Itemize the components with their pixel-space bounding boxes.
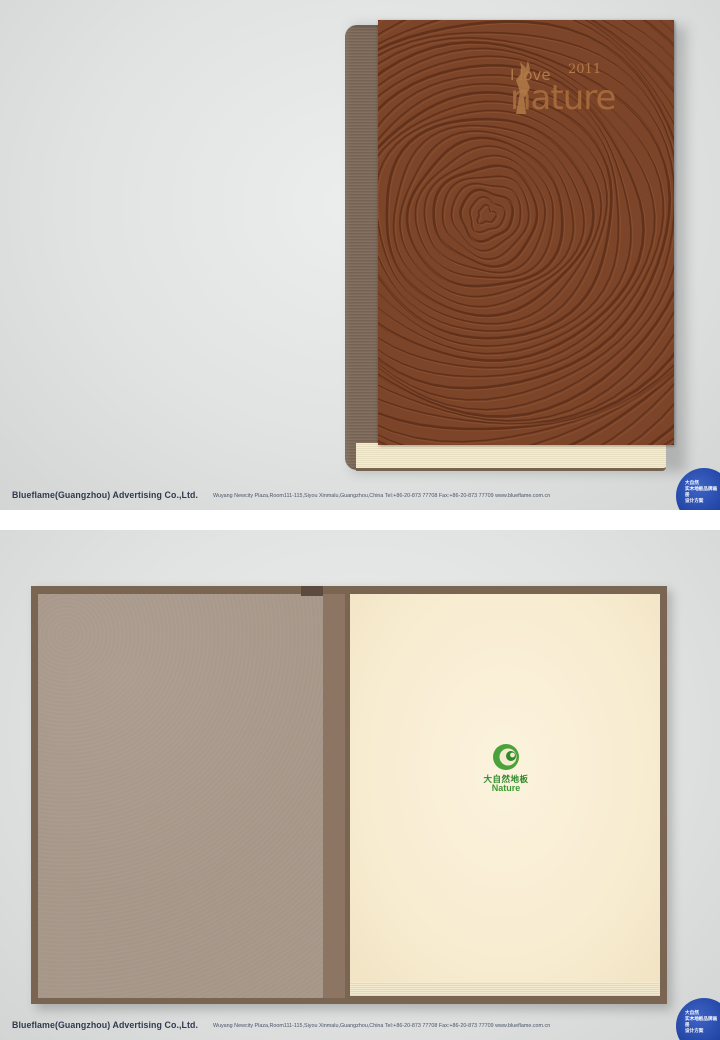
- badge-text: 大自然 实木地板品牌画册 设计方案: [685, 480, 719, 504]
- nature-logo-icon: [493, 744, 519, 770]
- company-name: Blueflame(Guangzhou) Advertising Co.,Ltd…: [12, 1020, 199, 1030]
- cover-brand: I love 2011 nature: [510, 58, 660, 138]
- brand-badge: 大自然 实木地板品牌画册 设计方案: [676, 468, 720, 510]
- footer-bar: Blueflame(Guangzhou) Advertising Co.,Ltd…: [0, 468, 720, 510]
- brand-badge: 大自然 实木地板品牌画册 设计方案: [676, 998, 720, 1040]
- badge-text: 大自然 实木地板品牌画册 设计方案: [685, 1010, 719, 1034]
- company-address: Wuyang Newcity Plaza,Room111-115,Siyou X…: [213, 1023, 551, 1029]
- open-book-pages-edge: [350, 980, 660, 996]
- deer-silhouette-icon: [516, 60, 530, 114]
- footer-bar: Blueflame(Guangzhou) Advertising Co.,Ltd…: [0, 998, 720, 1040]
- company-address: Wuyang Newcity Plaza,Room111-115,Siyou X…: [213, 493, 551, 499]
- company-name: Blueflame(Guangzhou) Advertising Co.,Ltd…: [12, 490, 199, 500]
- book-cover: I love 2011 nature: [378, 20, 674, 445]
- book-gutter: [323, 594, 345, 998]
- logo-english-text: Nature: [491, 783, 521, 793]
- cover-year-text: 2011: [568, 62, 602, 77]
- nature-logo: 大自然地板 Nature: [466, 742, 546, 802]
- spine-top: [301, 586, 323, 596]
- badge-line-3: 设计方案: [685, 498, 704, 503]
- closed-book-panel: I love 2011 nature Blueflame(Guangzhou) …: [0, 0, 720, 510]
- badge-line-2: 实木地板品牌画册: [685, 486, 718, 497]
- open-book-panel: 大自然地板 Nature Blueflame(Guangzhou) Advert…: [0, 530, 720, 1040]
- book-pages-edge: [356, 443, 666, 471]
- inside-cover-left: [38, 594, 323, 998]
- badge-line-2: 实木地板品牌画册: [685, 1016, 718, 1027]
- badge-line-3: 设计方案: [685, 1028, 704, 1033]
